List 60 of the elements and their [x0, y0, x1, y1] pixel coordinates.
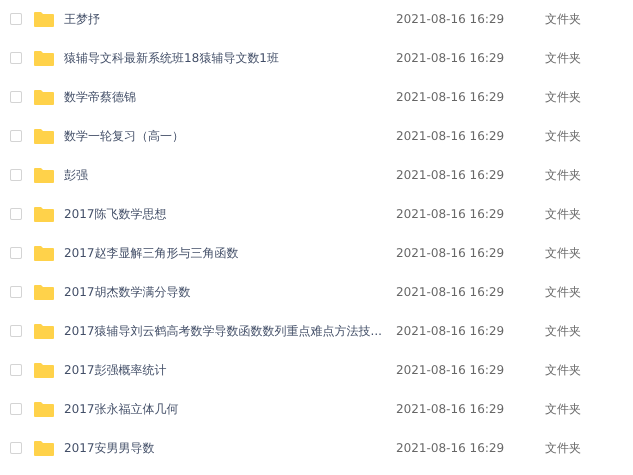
checkbox[interactable] [10, 169, 22, 181]
modified-date: 2021-08-16 16:29 [396, 207, 506, 221]
folder-icon [34, 50, 54, 66]
file-name[interactable]: 2017安男男导数 [64, 440, 396, 456]
modified-date: 2021-08-16 16:29 [396, 51, 506, 65]
modified-date: 2021-08-16 16:29 [396, 90, 506, 104]
file-name[interactable]: 数学帝蔡德锦 [64, 88, 396, 106]
file-name[interactable]: 2017陈飞数学思想 [64, 206, 396, 222]
modified-date: 2021-08-16 16:29 [396, 324, 506, 338]
checkbox[interactable] [10, 325, 22, 337]
file-name[interactable]: 2017张永福立体几何 [64, 400, 396, 418]
file-type: 文件夹 [545, 88, 581, 106]
file-type: 文件夹 [545, 244, 581, 262]
modified-date: 2021-08-16 16:29 [396, 363, 506, 377]
file-type: 文件夹 [545, 166, 581, 184]
file-type: 文件夹 [545, 206, 581, 222]
file-name[interactable]: 2017猿辅导刘云鹤高考数学导数函数数列重点难点方法技... [64, 322, 396, 340]
file-type: 文件夹 [545, 128, 581, 144]
folder-icon [34, 206, 54, 222]
modified-date: 2021-08-16 16:29 [396, 168, 506, 182]
folder-icon [34, 401, 54, 417]
checkbox[interactable] [10, 52, 22, 64]
checkbox[interactable] [10, 364, 22, 376]
folder-icon [34, 167, 54, 183]
checkbox[interactable] [10, 91, 22, 103]
file-name[interactable]: 2017赵李显解三角形与三角函数 [64, 244, 396, 262]
file-type: 文件夹 [545, 400, 581, 418]
folder-icon [34, 362, 54, 378]
file-type: 文件夹 [545, 440, 581, 456]
folder-icon [34, 440, 54, 456]
checkbox[interactable] [10, 13, 22, 25]
file-type: 文件夹 [545, 10, 581, 28]
file-name[interactable]: 数学一轮复习（高一） [64, 128, 396, 144]
modified-date: 2021-08-16 16:29 [396, 402, 506, 416]
folder-icon [34, 284, 54, 300]
modified-date: 2021-08-16 16:29 [396, 285, 506, 299]
modified-date: 2021-08-16 16:29 [396, 129, 506, 143]
file-name[interactable]: 2017胡杰数学满分导数 [64, 284, 396, 300]
folder-icon [34, 128, 54, 144]
file-name[interactable]: 王梦抒 [64, 10, 396, 28]
modified-date: 2021-08-16 16:29 [396, 12, 506, 26]
checkbox[interactable] [10, 286, 22, 298]
file-name[interactable]: 猿辅导文科最新系统班18猿辅导文数1班 [64, 50, 396, 66]
folder-icon [34, 11, 54, 27]
modified-date: 2021-08-16 16:29 [396, 441, 506, 455]
checkbox[interactable] [10, 208, 22, 220]
file-type: 文件夹 [545, 322, 581, 340]
file-type: 文件夹 [545, 50, 581, 66]
file-type: 文件夹 [545, 284, 581, 300]
checkbox[interactable] [10, 247, 22, 259]
folder-icon [34, 323, 54, 339]
folder-icon [34, 245, 54, 261]
checkbox[interactable] [10, 442, 22, 454]
modified-date: 2021-08-16 16:29 [396, 246, 506, 260]
checkbox[interactable] [10, 130, 22, 142]
file-type: 文件夹 [545, 362, 581, 378]
checkbox[interactable] [10, 403, 22, 415]
folder-icon [34, 89, 54, 105]
file-name[interactable]: 彭强 [64, 166, 396, 184]
file-name[interactable]: 2017彭强概率统计 [64, 362, 396, 378]
